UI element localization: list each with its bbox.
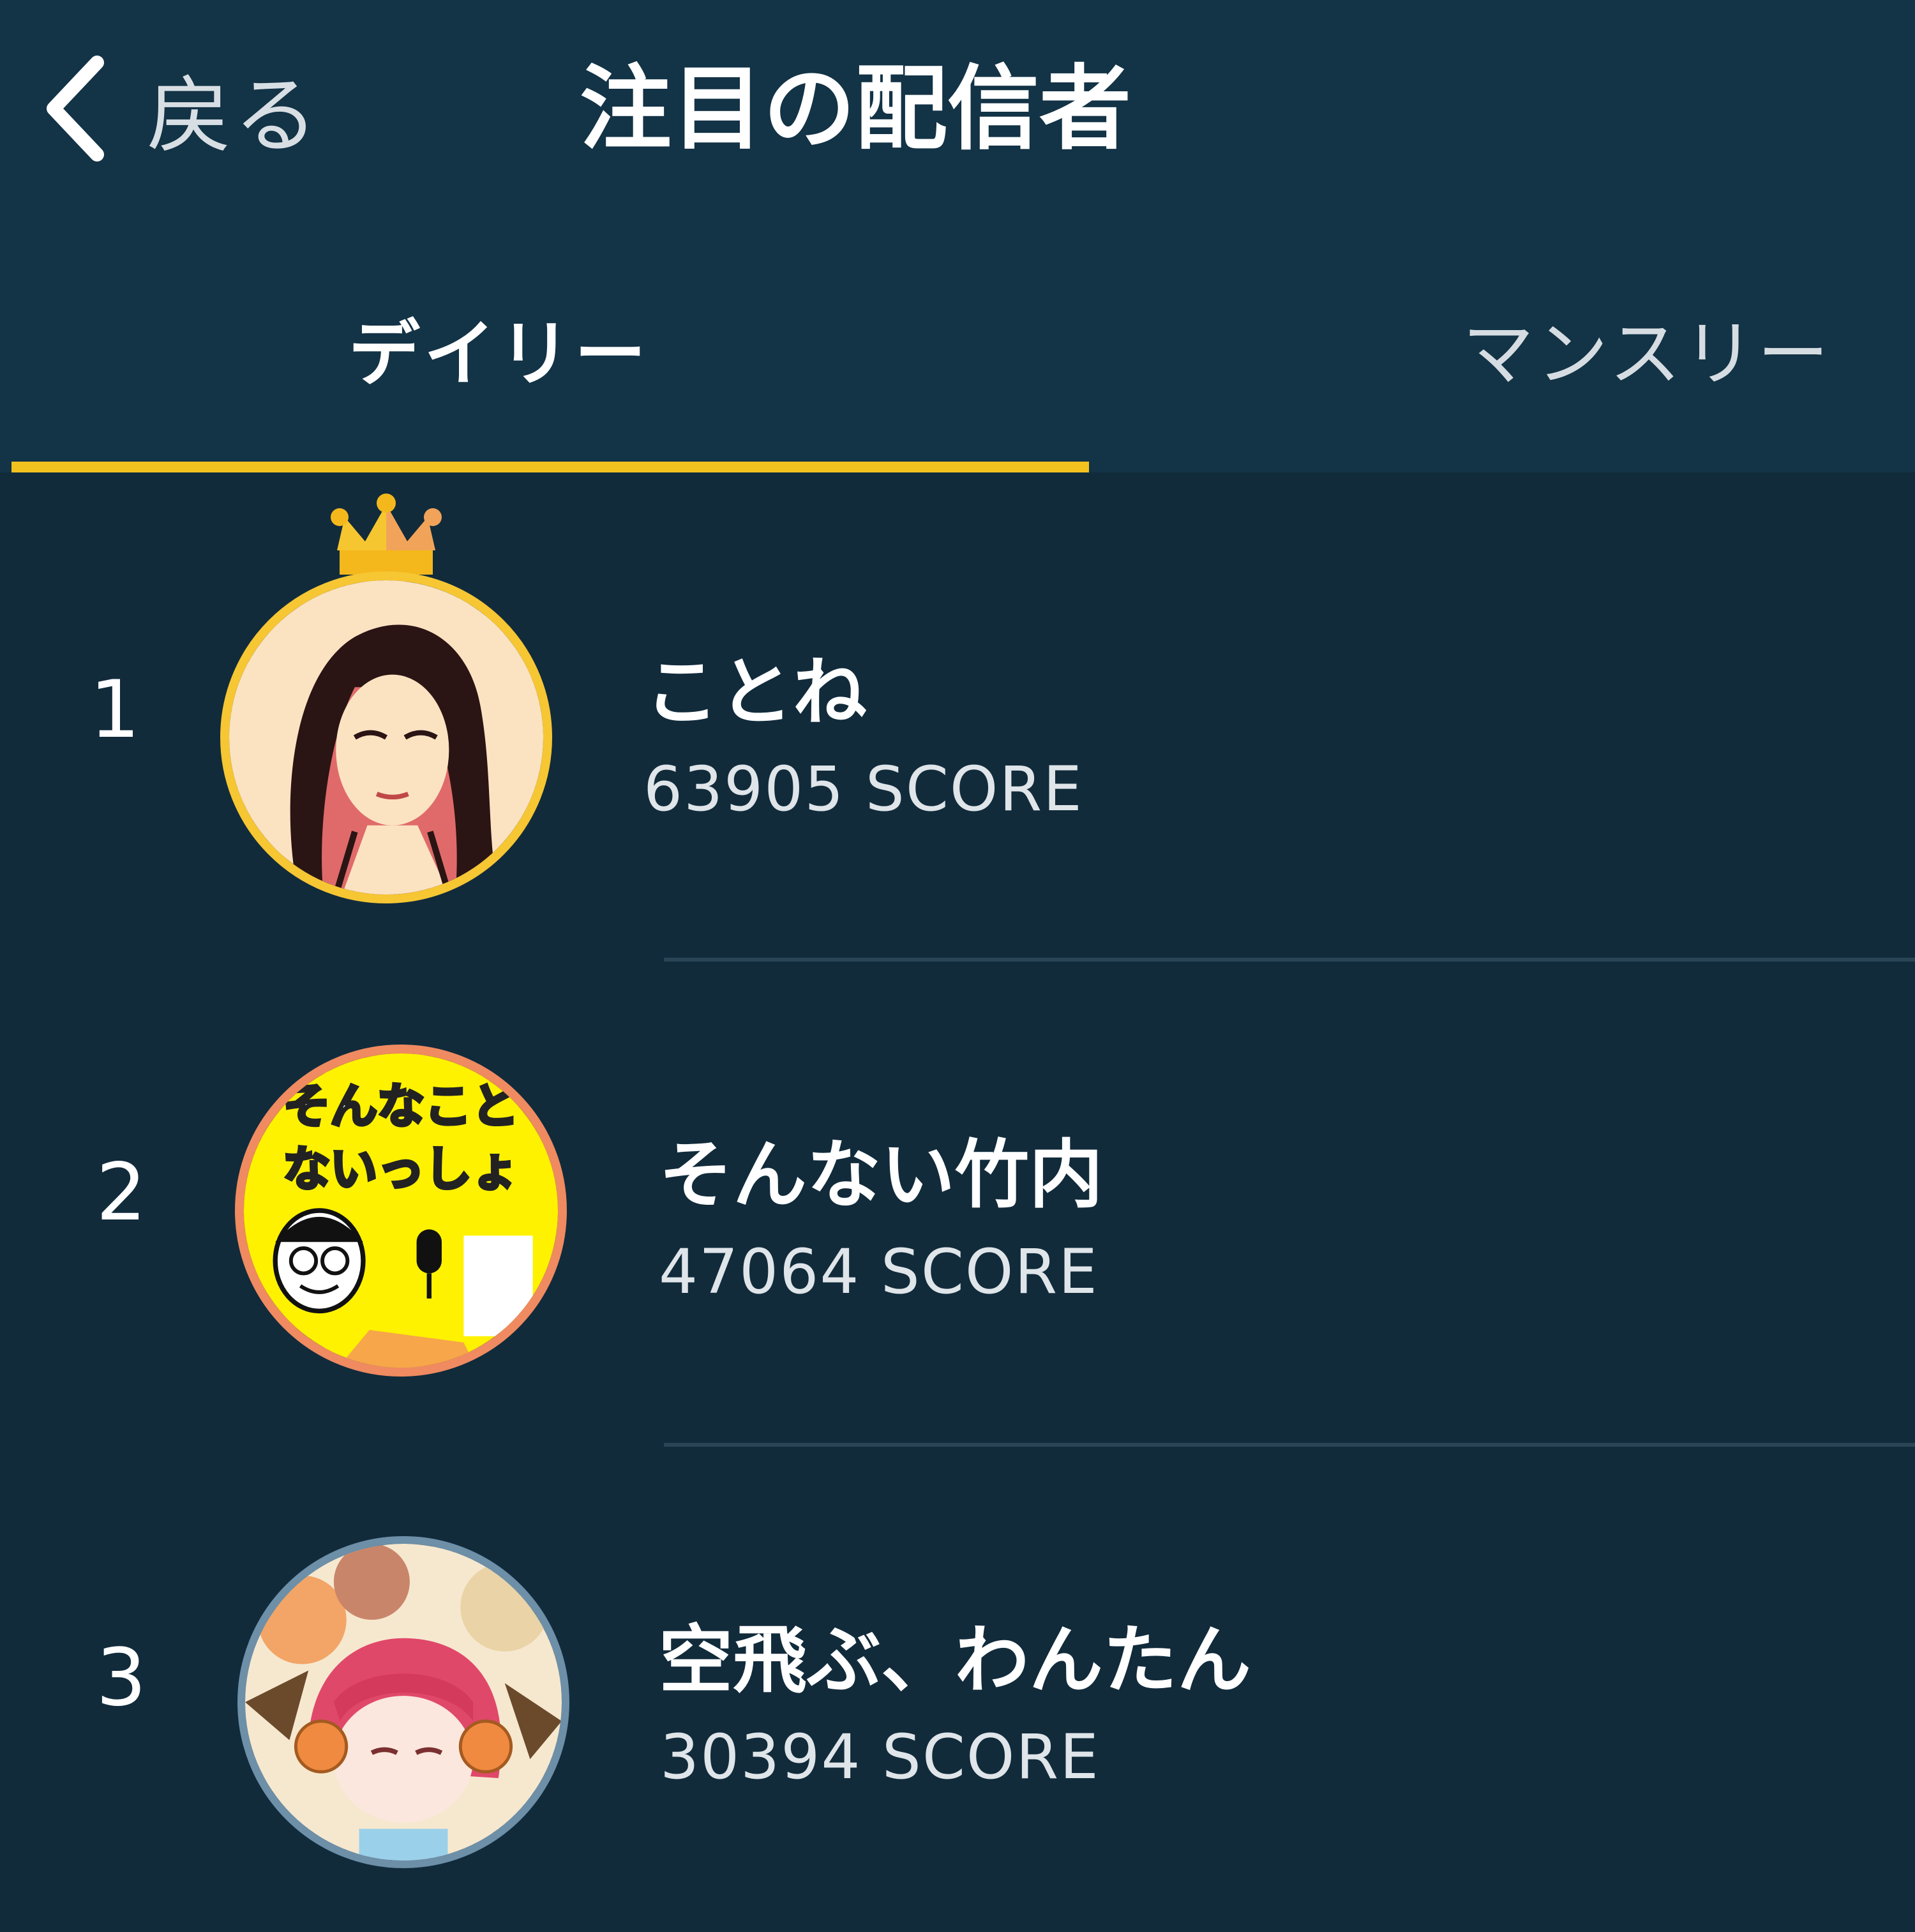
streamer-score: 47064 SCORE	[659, 1236, 1099, 1308]
rank-number: 2	[96, 1147, 147, 1239]
crown-icon	[331, 494, 442, 575]
tab-monthly[interactable]: マンスリー	[1423, 281, 1870, 428]
app-header: 戻る 注目の配信者 デイリー マンスリー	[0, 0, 1915, 472]
tab-daily[interactable]: デイリー	[11, 281, 1089, 428]
avatar: そんなこと ないっしょ	[235, 1045, 567, 1377]
streamer-name: ことね	[645, 649, 867, 736]
chevron-left-icon	[47, 56, 104, 162]
avatar-illustration: そんなこと ないっしょ	[244, 1053, 558, 1368]
avatar-illustration	[229, 580, 543, 894]
avatar-text-line2: ないっしょ	[283, 1142, 519, 1197]
avatar	[220, 571, 552, 903]
back-button[interactable]: 戻る	[38, 45, 320, 172]
streamer-name: そんない竹内	[659, 1132, 1103, 1218]
streamer-score: 63905 SCORE	[643, 753, 1083, 825]
tab-monthly-label: マンスリー	[1462, 313, 1831, 396]
back-label: 戻る	[147, 66, 320, 165]
ranking-tabs: デイリー マンスリー	[0, 281, 1915, 472]
tab-daily-label: デイリー	[349, 313, 650, 396]
rank-number: 1	[89, 664, 140, 756]
streamer-name: 空飛ぶ、わんたん	[659, 1617, 1251, 1703]
streamer-score: 30394 SCORE	[660, 1721, 1100, 1793]
avatar-text-line1: そんなこと	[283, 1079, 519, 1134]
avatar-illustration	[245, 1544, 562, 1860]
ranking-row[interactable]: 2 そんなこと ないっしょ そんない竹内 47064 SCORE	[0, 962, 1915, 1447]
avatar	[237, 1536, 569, 1868]
page-title-text: 注目の配信者	[579, 55, 1131, 162]
active-tab-indicator	[11, 462, 1089, 472]
ranking-row[interactable]: 3 空飛ぶ、わんたん 30394 SCORE	[0, 1447, 1915, 1932]
ranking-row[interactable]: 1 ことね 63905 SCORE	[0, 472, 1915, 958]
rank-number: 3	[96, 1632, 147, 1724]
